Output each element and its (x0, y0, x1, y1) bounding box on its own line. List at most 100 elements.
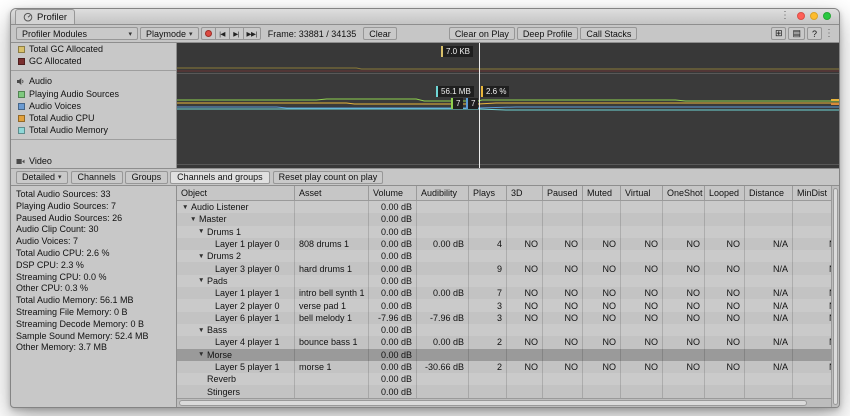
horizontal-scrollbar[interactable] (177, 398, 831, 407)
legend-item[interactable]: GC Allocated (11, 55, 176, 67)
cell-virtual (621, 324, 663, 336)
chart-area[interactable]: 7.0 KB 56.1 MB 2.6 % 7 7 (177, 43, 839, 168)
column-header-object[interactable]: Object (177, 186, 295, 200)
legend-item[interactable]: Total Audio CPU (11, 112, 176, 124)
table-row[interactable]: Layer 5 player 1morse 10.00 dB-30.66 dB2… (177, 361, 831, 373)
table-row[interactable]: Layer 6 player 1bell melody 1-7.96 dB-7.… (177, 312, 831, 324)
legend-item[interactable]: Playing Audio Sources (11, 88, 176, 100)
cell-paused: NO (543, 287, 583, 299)
cell-oneshot: NO (663, 336, 705, 348)
minimize-button[interactable] (810, 12, 818, 20)
table-row[interactable]: ▼Audio Listener0.00 dB (177, 201, 831, 213)
column-header-looped[interactable]: Looped (705, 186, 745, 200)
close-button[interactable] (797, 12, 805, 20)
record-button[interactable] (201, 27, 216, 40)
titlebar[interactable]: Profiler ⋮ (11, 9, 839, 25)
audio-module-header[interactable]: Audio (11, 74, 176, 88)
cell-looped: NO (705, 299, 745, 311)
cell-looped: NO (705, 262, 745, 274)
cell-distance: N/A (745, 262, 793, 274)
table-row[interactable]: ▼Master0.00 dB (177, 213, 831, 225)
help-icon[interactable]: ? (807, 27, 822, 40)
current-frame-button[interactable]: ▶▶| (243, 27, 261, 40)
cell-distance (745, 213, 793, 225)
clear-on-play-button[interactable]: Clear on Play (449, 27, 515, 40)
table-row[interactable]: Layer 1 player 1intro bell synth 10.00 d… (177, 287, 831, 299)
save-profile-icon[interactable]: ▤ (788, 27, 805, 40)
column-header-distance[interactable]: Distance (745, 186, 793, 200)
foldout-arrow-icon[interactable]: ▼ (198, 351, 207, 358)
vertical-scrollbar[interactable] (831, 186, 839, 407)
cell-distance (745, 324, 793, 336)
profiler-modules-dropdown[interactable]: Profiler Modules ▾ (16, 27, 138, 40)
table-row[interactable]: Reverb0.00 dB (177, 373, 831, 385)
foldout-arrow-icon[interactable]: ▼ (198, 277, 207, 284)
zoom-button[interactable] (823, 12, 831, 20)
table-row[interactable]: Layer 3 player 0hard drums 10.00 dB9NONO… (177, 262, 831, 274)
table-row[interactable]: ▼Drums 20.00 dB (177, 250, 831, 262)
column-header-virtual[interactable]: Virtual (621, 186, 663, 200)
cell-volume: 0.00 dB (369, 361, 417, 373)
column-header-paused[interactable]: Paused (543, 186, 583, 200)
foldout-arrow-icon[interactable]: ▼ (198, 327, 207, 334)
toolbar-kebab-menu-icon[interactable]: ⋮ (824, 29, 834, 39)
cell-audibility (417, 373, 469, 385)
deep-profile-button[interactable]: Deep Profile (517, 27, 579, 40)
object-label: Layer 1 player 0 (215, 239, 280, 249)
titlebar-kebab-menu-icon[interactable]: ⋮ (780, 11, 790, 21)
horizontal-scrollbar-thumb[interactable] (179, 400, 807, 406)
cell-volume: 0.00 dB (369, 287, 417, 299)
foldout-arrow-icon[interactable]: ▼ (190, 216, 199, 223)
table-row[interactable]: ▼Bass0.00 dB (177, 324, 831, 336)
caret-down-icon: ▾ (58, 173, 62, 181)
table-row[interactable]: Layer 1 player 0808 drums 10.00 dB0.00 d… (177, 238, 831, 250)
next-frame-button[interactable]: ▶| (229, 27, 244, 40)
column-header-asset[interactable]: Asset (295, 186, 369, 200)
table-row[interactable]: ▼Pads0.00 dB (177, 275, 831, 287)
playhead-line[interactable] (479, 43, 480, 168)
prev-frame-button[interactable]: |◀ (215, 27, 230, 40)
table-row[interactable]: ▼Morse0.00 dB (177, 349, 831, 361)
column-header-3d[interactable]: 3D (507, 186, 543, 200)
column-header-plays[interactable]: Plays (469, 186, 507, 200)
call-stacks-button[interactable]: Call Stacks (580, 27, 637, 40)
tab-groups[interactable]: Groups (125, 171, 169, 184)
cell-volume: 0.00 dB (369, 213, 417, 225)
cell-plays: 2 (469, 336, 507, 348)
playmode-dropdown[interactable]: Playmode ▾ (140, 27, 199, 40)
window-tab-profiler[interactable]: Profiler (15, 9, 75, 24)
legend-item[interactable]: Total GC Allocated (11, 43, 176, 55)
column-header-volume[interactable]: Volume (369, 186, 417, 200)
column-header-audibility[interactable]: Audibility (417, 186, 469, 200)
cell-muted (583, 226, 621, 238)
tab-channels[interactable]: Channels (71, 171, 123, 184)
cell-asset (295, 226, 369, 238)
clear-button[interactable]: Clear (363, 27, 397, 40)
legend-gc-section: Total GC AllocatedGC Allocated (11, 43, 176, 67)
tab-channels-and-groups[interactable]: Channels and groups (170, 171, 270, 184)
module-details-icon[interactable]: ⊞ (771, 27, 787, 40)
column-header-muted[interactable]: Muted (583, 186, 621, 200)
cell-paused: NO (543, 238, 583, 250)
cell-virtual (621, 373, 663, 385)
column-header-oneshot[interactable]: OneShot (663, 186, 705, 200)
object-cell: Layer 1 player 1 (177, 287, 295, 299)
table-row[interactable]: Layer 4 player 1bounce bass 10.00 dB0.00… (177, 336, 831, 348)
detailed-view-dropdown[interactable]: Detailed ▾ (16, 171, 68, 184)
column-header-mindist[interactable]: MinDist (793, 186, 831, 200)
foldout-arrow-icon[interactable]: ▼ (182, 204, 191, 211)
cell-plays (469, 250, 507, 262)
foldout-arrow-icon[interactable]: ▼ (198, 253, 207, 260)
foldout-arrow-icon[interactable]: ▼ (198, 228, 207, 235)
table-row[interactable]: Layer 2 player 0verse pad 10.00 dB3NONON… (177, 299, 831, 311)
video-module-header[interactable]: Video (11, 154, 176, 168)
legend-item[interactable]: Total Audio Memory (11, 124, 176, 136)
table-row[interactable]: Stingers0.00 dB (177, 385, 831, 397)
cell-audibility (417, 275, 469, 287)
cell-virtual: NO (621, 299, 663, 311)
reset-play-count-button[interactable]: Reset play count on play (273, 171, 384, 184)
table-row[interactable]: ▼Drums 10.00 dB (177, 226, 831, 238)
vertical-scrollbar-thumb[interactable] (833, 188, 838, 405)
legend-item[interactable]: Audio Voices (11, 100, 176, 112)
video-module-label: Video (29, 156, 52, 166)
